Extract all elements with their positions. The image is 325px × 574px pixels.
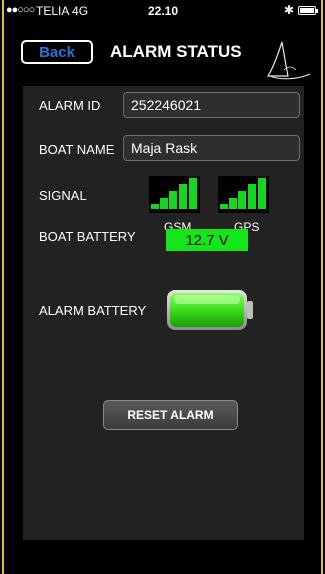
- boat-name-label: BOAT NAME: [39, 142, 115, 157]
- reset-alarm-button[interactable]: RESET ALARM: [103, 400, 238, 430]
- navigation-bar: Back ALARM STATUS: [0, 30, 325, 80]
- cell-signal-icon: ●●○○○: [6, 4, 35, 16]
- alarm-id-label: ALARM ID: [39, 98, 101, 113]
- signal-label: SIGNAL: [39, 188, 87, 203]
- gsm-signal-icon: [149, 176, 200, 213]
- sail-logo-icon: [266, 41, 311, 80]
- super-sail-logo: [266, 40, 322, 80]
- boat-battery-voltage: 12.7 V: [166, 229, 248, 251]
- page-title: ALARM STATUS: [110, 42, 242, 61]
- boat-battery-label: BOAT BATTERY: [39, 229, 136, 244]
- back-button[interactable]: Back: [21, 40, 93, 64]
- alarm-status-panel: ALARM ID 252246021 BOAT NAME Maja Rask S…: [23, 86, 304, 540]
- alarm-id-field[interactable]: 252246021: [123, 92, 300, 118]
- status-bar: ●●○○○ TELIA 4G 22.10 ✱: [0, 0, 325, 22]
- bluetooth-icon: ✱: [284, 3, 295, 17]
- gps-signal-icon: [218, 176, 269, 213]
- boat-name-field[interactable]: Maja Rask: [123, 135, 300, 161]
- carrier-label: TELIA 4G: [36, 4, 89, 18]
- clock: 22.10: [148, 4, 179, 18]
- alarm-battery-label: ALARM BATTERY: [39, 303, 147, 318]
- battery-icon: [298, 6, 318, 15]
- alarm-battery-icon: [166, 286, 254, 334]
